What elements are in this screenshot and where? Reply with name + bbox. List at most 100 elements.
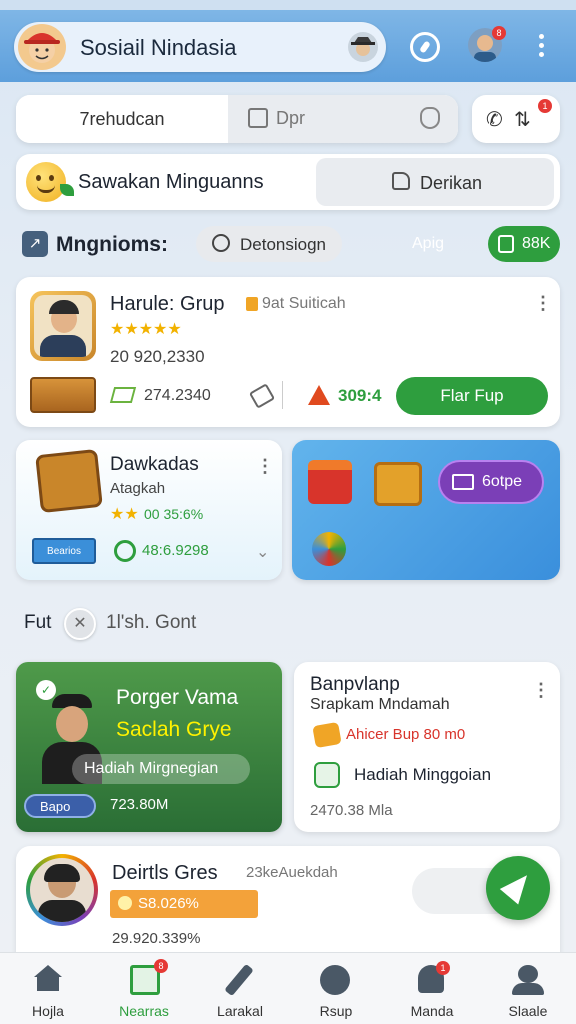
badge-plaque — [30, 377, 96, 413]
star-icon: ★ — [110, 506, 125, 523]
small-card-title: Dawkadas — [110, 454, 199, 475]
join-group-button-label: Flar Fup — [440, 386, 504, 405]
chevron-down-icon[interactable]: ⌄ — [256, 542, 269, 562]
card-menu-icon[interactable]: ⋮ — [534, 293, 552, 314]
info-card[interactable]: Banpvlanp ⋮ Srapkam Mndamah Ahicer Bup 8… — [294, 662, 560, 832]
smile-icon — [26, 162, 66, 202]
user-avatar[interactable] — [18, 24, 66, 70]
news-badge: 8 — [154, 959, 168, 973]
nav-item-alerts[interactable]: 1 Manda — [384, 953, 480, 1024]
group-score: 309:4 — [338, 386, 382, 405]
info-subtitle: Srapkam Mndamah — [310, 696, 450, 713]
profile-icon — [518, 965, 538, 983]
group-tag: 9at Suiticah — [262, 295, 346, 312]
tag-icon — [246, 297, 258, 311]
promo-card[interactable]: 6otpe — [292, 440, 560, 580]
nav-item-profile[interactable]: Slaale — [480, 953, 576, 1024]
shield-icon — [420, 107, 440, 129]
group-card[interactable]: Harule: Grup 9at Suiticah ⋮ ★★★★★ 20 920… — [16, 277, 560, 427]
small-card-menu-icon[interactable]: ⋮ — [256, 456, 274, 477]
section-aside: Apig — [412, 235, 445, 252]
tab-left-label: 7rehudcan — [79, 108, 165, 129]
nav-label: Slaale — [508, 1003, 548, 1019]
filter-chip[interactable]: Detonsiogn — [196, 226, 342, 262]
info-title: Banpvlanp — [310, 674, 400, 695]
feature-badge[interactable]: Bapo — [24, 794, 96, 818]
cart-icon — [452, 474, 474, 490]
feature-badge-label: Bapo — [40, 799, 71, 814]
header-title-pill[interactable]: Sosiail Nindasia — [14, 22, 386, 72]
count-badge[interactable]: 88K — [488, 226, 560, 262]
feature-card[interactable]: ✓ Porger Vama Saclah Grye Hadiah Mirgneg… — [16, 662, 282, 832]
bottom-tag: 23keAuekdah — [246, 864, 338, 881]
compass-icon[interactable] — [410, 32, 440, 62]
group-title: Harule: Grup — [110, 293, 225, 315]
nav-label: Larakal — [217, 1003, 263, 1019]
nav-label: Rsup — [319, 1003, 353, 1019]
bottom-pill: S8.026% — [110, 890, 258, 918]
small-card-value: 48:6.9298 — [142, 542, 209, 559]
small-badge[interactable]: Bearios — [32, 538, 96, 564]
join-group-button[interactable]: Flar Fup — [396, 377, 548, 415]
star-icon: ★ — [124, 321, 139, 338]
segment-control: 7rehudcan Dpr — [16, 95, 458, 143]
nav-item-group[interactable]: Rsup — [288, 953, 384, 1024]
nav-item-home[interactable]: Hojla — [0, 953, 96, 1024]
filter-chip-label: Detonsiogn — [240, 235, 327, 254]
info-menu-icon[interactable]: ⋮ — [532, 680, 550, 701]
pen-icon — [224, 963, 254, 997]
small-card[interactable]: Dawkadas ⋮ Atagkah ★★ 00 35:6% Bearios 4… — [16, 440, 282, 580]
chart-icon — [114, 540, 136, 562]
home-icon — [34, 965, 62, 993]
more-menu-icon[interactable] — [536, 34, 546, 60]
feature-line2: Saclah Grye — [116, 718, 232, 741]
nav-item-news[interactable]: 8 Nearras — [96, 953, 192, 1024]
info-value: 2470.38 Mla — [310, 802, 393, 819]
offer-icon — [312, 721, 342, 749]
small-badge-label: Bearios — [47, 545, 81, 557]
tab-left[interactable]: 7rehudcan — [16, 95, 228, 143]
bottom-pill-label: S8.026% — [138, 895, 199, 912]
section-title: Mngnioms: — [56, 233, 168, 256]
give-button[interactable]: Derikan — [316, 158, 554, 206]
feature-sub-pill[interactable]: Hadiah Mirgnegian — [72, 754, 250, 784]
transfer-icon: ⇅ — [514, 109, 531, 131]
candy-icon — [312, 532, 346, 566]
leaf-icon — [60, 184, 74, 196]
agent-avatar[interactable] — [348, 32, 378, 62]
feature-line1: Porger Vama — [116, 686, 239, 709]
banner-title: Sawakan Minguanns — [78, 171, 264, 193]
share-icon — [392, 172, 410, 190]
phone-icon: ✆ — [486, 109, 503, 131]
call-button[interactable]: ✆ ⇅ 1 — [472, 95, 560, 143]
weekly-banner: Sawakan Minguanns Derikan — [16, 154, 560, 210]
close-icon[interactable]: ✕ — [64, 608, 96, 640]
nav-item-write[interactable]: Larakal — [192, 953, 288, 1024]
promo-button[interactable]: 6otpe — [438, 460, 544, 504]
notification-badge: 8 — [492, 26, 506, 40]
bottom-title: Deirtls Gres — [112, 862, 218, 884]
count-badge-label: 88K — [522, 235, 551, 252]
member-avatar — [26, 854, 98, 926]
rating-stars: ★★★★★ — [110, 319, 182, 339]
feature-value: 723.80M — [110, 796, 169, 813]
gift-icon — [308, 460, 352, 504]
small-rating-stars: ★★ — [110, 504, 139, 524]
star-icon: ★ — [153, 321, 168, 338]
bottom-card[interactable]: Deirtls Gres 23keAuekdah S8.026% 29.920.… — [16, 846, 560, 966]
tab-right[interactable]: Dpr — [228, 95, 458, 143]
feature-sub: Hadiah Mirgnegian — [84, 760, 219, 777]
trophy-icon — [308, 385, 330, 405]
info-offer: Ahicer Bup 80 m0 — [346, 726, 466, 743]
group-count: 20 920,2330 — [110, 347, 205, 366]
coin-icon — [118, 896, 132, 910]
group-date: 274.2340 — [144, 387, 211, 404]
star-icon: ★ — [167, 321, 182, 338]
nav-label: Manda — [410, 1003, 454, 1019]
fab-button[interactable] — [486, 856, 550, 920]
small-card-subtitle: Atagkah — [110, 480, 166, 497]
tag-outline-icon — [248, 383, 276, 409]
alerts-badge: 1 — [436, 961, 450, 975]
chest-icon — [374, 462, 422, 506]
divider-text: 1l'sh. Gont — [106, 612, 197, 633]
